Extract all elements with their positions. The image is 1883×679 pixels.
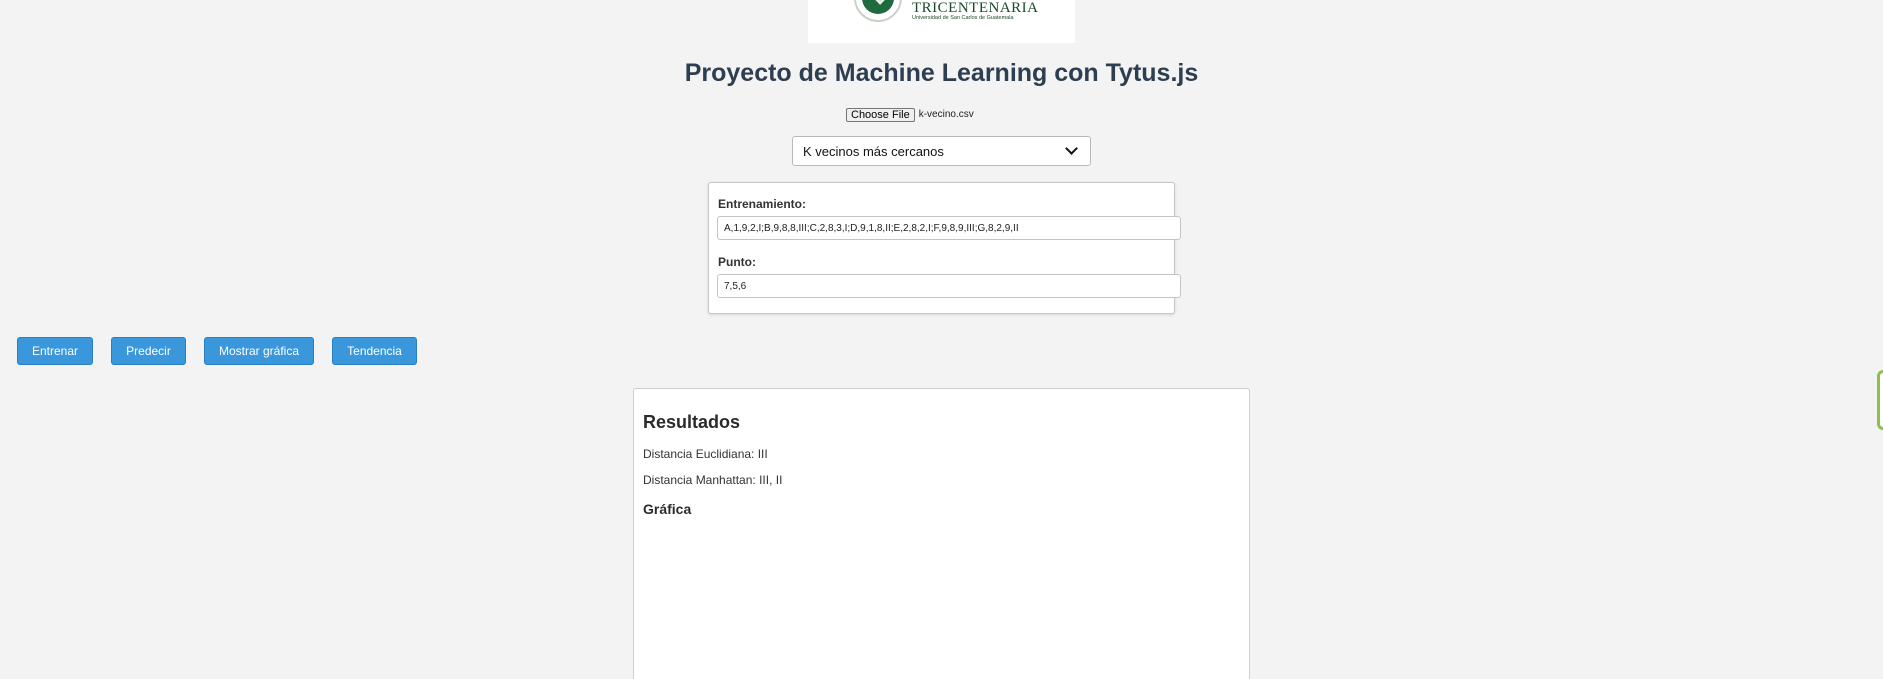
train-button[interactable]: Entrenar [17, 337, 93, 365]
file-input[interactable]: Choose File k-vecino.csv [846, 107, 974, 122]
show-chart-button[interactable]: Mostrar gráfica [204, 337, 314, 365]
training-label: Entrenamiento: [718, 197, 807, 211]
university-logo: TRICENTENARIA Universidad de San Carlos … [808, 0, 1075, 43]
logo-text: TRICENTENARIA [912, 0, 1039, 16]
page-title: Proyecto de Machine Learning con Tytus.j… [684, 59, 1199, 87]
point-label: Punto: [718, 255, 756, 269]
seal-icon [854, 0, 902, 22]
file-name: k-vecino.csv [918, 109, 974, 120]
algorithm-select-value: K vecinos más cercanos [803, 143, 944, 159]
algorithm-select[interactable]: K vecinos más cercanos [792, 136, 1091, 166]
training-input[interactable] [717, 216, 1181, 240]
point-input[interactable] [717, 274, 1181, 298]
page: TRICENTENARIA Universidad de San Carlos … [0, 0, 1883, 679]
params-panel: Entrenamiento: Punto: [708, 182, 1181, 314]
results-panel: Resultados Distancia Euclidiana: III Dis… [633, 388, 1250, 679]
side-widget-tab[interactable] [1877, 370, 1883, 430]
results-title: Resultados [643, 412, 741, 432]
chart-area [643, 529, 1240, 679]
trend-button[interactable]: Tendencia [332, 337, 417, 365]
choose-file-button[interactable]: Choose File [846, 107, 915, 122]
manhattan-result: Distancia Manhattan: III, II [643, 473, 783, 487]
chevron-down-icon [1065, 142, 1078, 155]
chart-heading: Gráfica [643, 501, 692, 517]
predict-button[interactable]: Predecir [111, 337, 186, 365]
euclidean-result: Distancia Euclidiana: III [643, 447, 768, 461]
logo-subtext: Universidad de San Carlos de Guatemala [912, 15, 1014, 21]
